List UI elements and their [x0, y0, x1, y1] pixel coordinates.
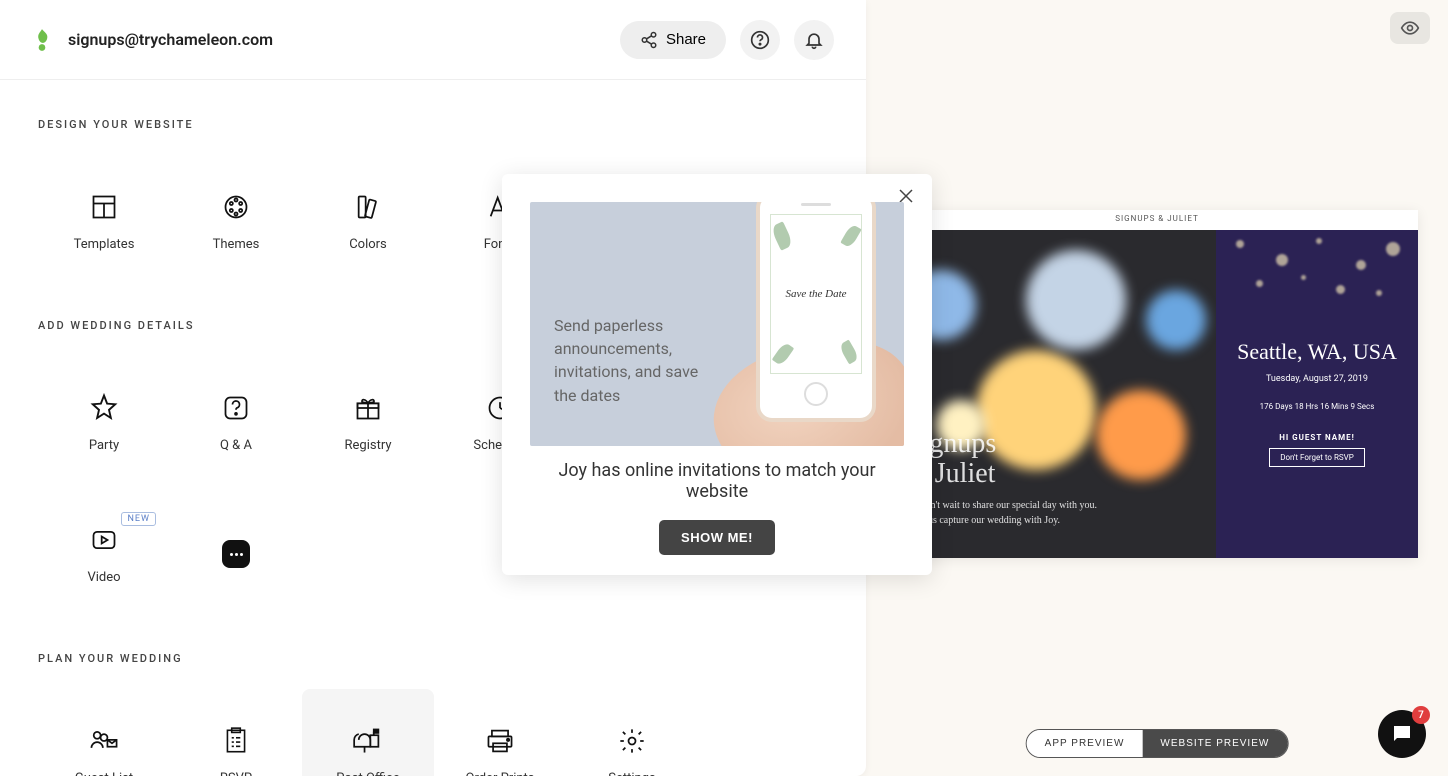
colors-icon: [352, 191, 384, 223]
preview-countdown: 176 Days 18 Hrs 16 Mins 9 Secs: [1260, 402, 1375, 411]
preview-hero: Signups& Juliet We can't wait to share o…: [896, 230, 1216, 558]
modal-title: Joy has online invitations to match your…: [526, 460, 908, 502]
tile-guest-list[interactable]: Guest List: [38, 689, 170, 776]
tile-label: Order Prints: [466, 771, 535, 776]
preview-panel: SIGNUPS & JULIET Signups& Juliet We can'…: [866, 0, 1448, 776]
header-actions: Share: [620, 20, 834, 60]
preview-details: Seattle, WA, USA Tuesday, August 27, 201…: [1216, 230, 1418, 558]
invitations-modal: Send paperless announcements, invitation…: [502, 174, 932, 575]
joy-logo-icon: [32, 27, 52, 53]
preview-rsvp-button[interactable]: Don't Forget to RSVP: [1269, 448, 1365, 467]
tile-label: RSVP: [220, 771, 252, 776]
tile-qa[interactable]: Q & A: [170, 356, 302, 488]
toggle-app-preview[interactable]: APP PREVIEW: [1027, 730, 1143, 757]
preview-visibility-button[interactable]: [1390, 12, 1430, 44]
website-preview: SIGNUPS & JULIET Signups& Juliet We can'…: [896, 210, 1418, 558]
chat-icon: [1390, 722, 1414, 746]
qa-icon: [220, 392, 252, 424]
plan-grid: Guest List RSVP Post Office: [38, 689, 828, 776]
party-icon: [88, 392, 120, 424]
share-icon: [640, 31, 658, 49]
gear-icon: [616, 725, 648, 757]
preview-brand: SIGNUPS & JULIET: [896, 210, 1418, 230]
help-button[interactable]: [740, 20, 780, 60]
preview-date: Tuesday, August 27, 2019: [1266, 374, 1368, 384]
show-me-button[interactable]: SHOW ME!: [659, 520, 775, 555]
tile-rsvp[interactable]: RSVP: [170, 689, 302, 776]
save-the-date-text: Save the Date: [785, 288, 846, 300]
account-email: signups@trychameleon.com: [68, 30, 273, 49]
hero-line-2: Help us capture our wedding with Joy.: [906, 513, 1097, 528]
tile-label: Colors: [349, 237, 387, 252]
header: signups@trychameleon.com Share: [0, 0, 866, 80]
preview-location: Seattle, WA, USA: [1237, 340, 1397, 364]
tile-more[interactable]: [170, 488, 302, 620]
tile-order-prints[interactable]: Order Prints: [434, 689, 566, 776]
modal-hero: Send paperless announcements, invitation…: [530, 202, 904, 446]
registry-icon: [352, 392, 384, 424]
section-plan-title: PLAN YOUR WEDDING: [38, 652, 828, 665]
post-office-icon: [352, 725, 384, 757]
tile-label: Post Office: [336, 771, 399, 776]
bell-icon: [804, 30, 824, 50]
preview-body: Signups& Juliet We can't wait to share o…: [896, 230, 1418, 558]
tile-settings[interactable]: Settings: [566, 689, 698, 776]
tile-colors[interactable]: Colors: [302, 155, 434, 287]
tile-video[interactable]: NEW Video: [38, 488, 170, 620]
help-icon: [750, 30, 770, 50]
printer-icon: [484, 725, 516, 757]
preview-guest-label: HI GUEST NAME!: [1279, 433, 1355, 442]
hero-line-1: We can't wait to share our special day w…: [906, 498, 1097, 513]
app-root: signups@trychameleon.com Share: [0, 0, 1448, 776]
templates-icon: [88, 191, 120, 223]
tile-label: Q & A: [220, 438, 252, 453]
tile-label: Settings: [608, 771, 655, 776]
video-icon: [88, 524, 120, 556]
tile-registry[interactable]: Registry: [302, 356, 434, 488]
chat-button[interactable]: 7: [1378, 710, 1426, 758]
guest-list-icon: [88, 725, 120, 757]
eye-icon: [1400, 18, 1420, 38]
section-design-title: DESIGN YOUR WEBSITE: [38, 118, 828, 131]
themes-icon: [220, 191, 252, 223]
tile-label: Party: [89, 438, 119, 453]
modal-hero-text: Send paperless announcements, invitation…: [554, 314, 714, 407]
new-badge: NEW: [121, 512, 156, 526]
preview-hero-text: Signups& Juliet We can't wait to share o…: [906, 429, 1097, 528]
close-icon: [899, 189, 913, 203]
rsvp-icon: [220, 725, 252, 757]
tile-label: Video: [87, 570, 120, 585]
notifications-button[interactable]: [794, 20, 834, 60]
share-button[interactable]: Share: [620, 21, 726, 59]
tile-templates[interactable]: Templates: [38, 155, 170, 287]
tile-label: Themes: [213, 237, 260, 252]
tile-label: Templates: [74, 237, 135, 252]
tile-label: Guest List: [75, 771, 133, 776]
tile-label: Registry: [345, 438, 392, 453]
tile-post-office[interactable]: Post Office: [302, 689, 434, 776]
more-icon: [222, 540, 250, 568]
toggle-website-preview[interactable]: WEBSITE PREVIEW: [1142, 730, 1287, 757]
phone-illustration: Save the Date: [756, 202, 876, 422]
share-label: Share: [666, 31, 706, 48]
tile-themes[interactable]: Themes: [170, 155, 302, 287]
tile-party[interactable]: Party: [38, 356, 170, 488]
preview-toggle: APP PREVIEW WEBSITE PREVIEW: [1026, 729, 1289, 758]
chat-badge: 7: [1412, 706, 1430, 724]
